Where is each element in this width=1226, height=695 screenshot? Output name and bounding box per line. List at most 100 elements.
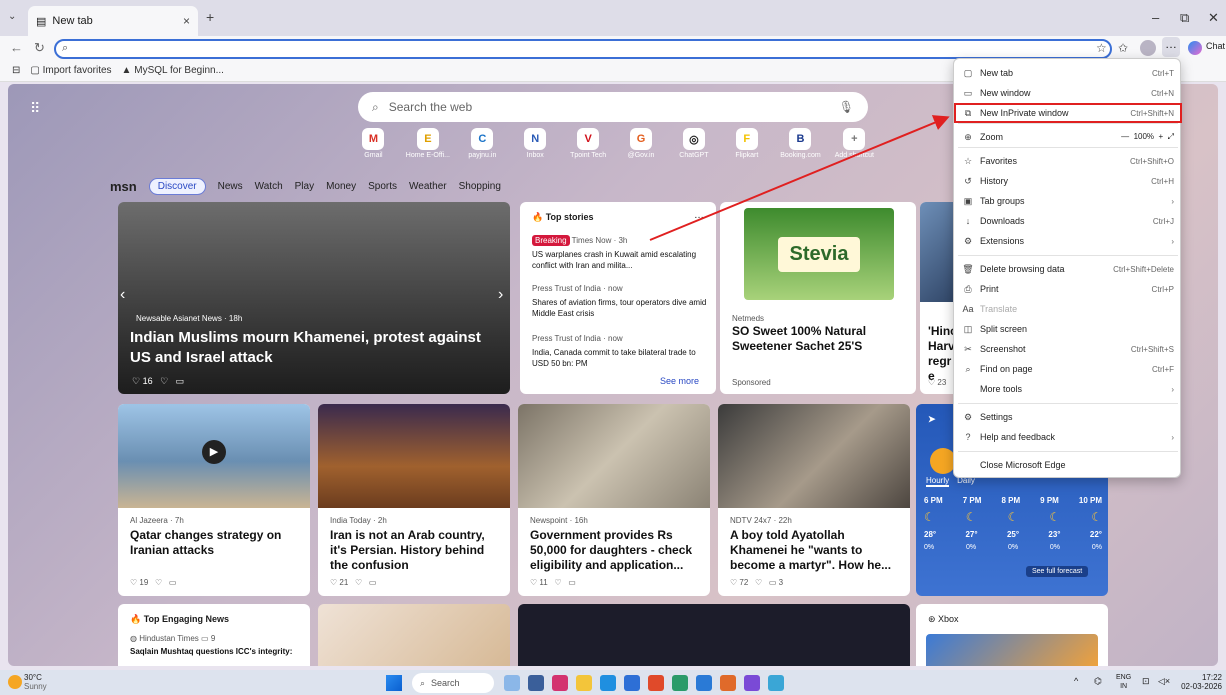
wifi-icon[interactable]: ⊡ (1142, 676, 1150, 687)
tab-news[interactable]: News (218, 181, 243, 192)
news-card-2[interactable]: India Today · 2h Iran is not an Arab cou… (318, 404, 510, 596)
menu-item-tab-groups[interactable]: ▣ Tab groups › (954, 191, 1182, 211)
image-card-wide[interactable] (518, 604, 910, 666)
task-view-icon[interactable] (504, 675, 520, 691)
menu-item-new-inprivate-window[interactable]: ⧉ New InPrivate window Ctrl+Shift+N (954, 103, 1182, 123)
menu-item-translate[interactable]: Aa Translate (954, 299, 1182, 319)
app-icon[interactable] (624, 675, 640, 691)
sponsored-card[interactable]: Stevia Netmeds SO Sweet 100% Natural Swe… (720, 202, 916, 394)
tab-actions-icon[interactable]: ⌄ (8, 11, 16, 22)
restore-icon[interactable]: ⧉ (1180, 10, 1189, 26)
news-card-1[interactable]: ▶ Al Jazeera · 7h Qatar changes strategy… (118, 404, 310, 596)
story-1[interactable]: Breaking Times Now · 3h US warplanes cra… (532, 235, 708, 271)
back-icon[interactable]: ← (10, 40, 23, 55)
refresh-icon[interactable]: ↻ (34, 40, 45, 56)
zoom-controls[interactable]: — 100% + ⤢ (1121, 132, 1174, 142)
menu-item-extensions[interactable]: ⚙ Extensions › (954, 231, 1182, 251)
copilot-icon[interactable] (1188, 41, 1202, 55)
app-icon[interactable] (552, 675, 568, 691)
fav-import[interactable]: ▢ Import favorites (30, 65, 111, 76)
apps-grid-icon[interactable]: ⠿ (30, 100, 40, 117)
clock[interactable]: 17:22 02-03-2026 (1178, 673, 1222, 691)
windows-start-icon[interactable] (386, 675, 402, 691)
taskbar-search[interactable]: ⌕ Search (412, 673, 494, 693)
chrome-icon[interactable] (648, 675, 664, 691)
see-full-forecast-link[interactable]: See full forecast (1026, 566, 1089, 577)
tab-weather[interactable]: Weather (409, 181, 447, 192)
next-slide-icon[interactable]: › (498, 286, 503, 304)
menu-item-find-on-page[interactable]: ⌕ Find on page Ctrl+F (954, 359, 1182, 379)
tab-play[interactable]: Play (295, 181, 314, 192)
xbox-card[interactable]: ⊛ Xbox (916, 604, 1108, 666)
quick-link[interactable]: B Booking.com (780, 128, 821, 174)
minimize-icon[interactable]: – (1152, 10, 1159, 25)
language-indicator[interactable]: ENG IN (1116, 673, 1131, 691)
menu-item-new-tab[interactable]: ▢ New tab Ctrl+T (954, 63, 1182, 83)
quick-link[interactable]: ◎ ChatGPT (674, 128, 713, 174)
hero-story-card[interactable]: Newsable Asianet News · 18h Indian Musli… (118, 202, 510, 394)
quick-link[interactable]: Cpayjnu.in (463, 128, 502, 174)
tray-expand-icon[interactable]: ^ (1074, 676, 1078, 686)
network-icon[interactable]: ⌬ (1094, 676, 1102, 687)
menu-item-help-and-feedback[interactable]: ? Help and feedback › (954, 427, 1182, 447)
file-explorer-icon[interactable] (576, 675, 592, 691)
menu-item-new-window[interactable]: ▭ New window Ctrl+N (954, 83, 1182, 103)
news-card-4[interactable]: NDTV 24x7 · 22h A boy told Ayatollah Kha… (718, 404, 910, 596)
app-icon[interactable] (672, 675, 688, 691)
news-card-3[interactable]: Newspoint · 16h Government provides Rs 5… (518, 404, 710, 596)
quick-link[interactable]: + Add shortcut (835, 128, 874, 174)
address-input[interactable]: ⌕ (54, 39, 1112, 59)
top-engaging-card[interactable]: 🔥 Top Engaging News ◍ Hindustan Times ▭ … (118, 604, 310, 666)
new-tab-button[interactable]: + (206, 9, 214, 25)
quick-link[interactable]: N Inbox (516, 128, 555, 174)
profile-avatar[interactable] (1140, 40, 1156, 56)
app-icon[interactable] (528, 675, 544, 691)
quick-link[interactable]: E Home E-Offi... (406, 128, 450, 174)
image-card[interactable] (318, 604, 510, 666)
msn-logo[interactable]: msn (110, 179, 137, 194)
web-search-box[interactable]: ⌕ Search the web 🎙 (358, 92, 868, 122)
menu-item-downloads[interactable]: ↓ Downloads Ctrl+J (954, 211, 1182, 231)
menu-item-print[interactable]: ⎙ Print Ctrl+P (954, 279, 1182, 299)
edge-icon[interactable] (600, 675, 616, 691)
story-2[interactable]: Press Trust of India · now Shares of avi… (532, 284, 708, 319)
weather-sun-icon[interactable] (8, 675, 22, 689)
menu-item-zoom[interactable]: ⊕ Zoom — 100% + ⤢ (954, 127, 1182, 147)
menu-item-split-screen[interactable]: ◫ Split screen (954, 319, 1182, 339)
menu-item-more-tools[interactable]: More tools › (954, 379, 1182, 399)
tab-sports[interactable]: Sports (368, 181, 397, 192)
tab-shopping[interactable]: Shopping (459, 181, 501, 192)
quick-link[interactable]: M Gmail (354, 128, 393, 174)
more-options-icon[interactable]: … (694, 210, 704, 221)
close-window-icon[interactable]: ✕ (1208, 10, 1219, 26)
menu-item-delete-browsing-data[interactable]: 🗑 Delete browsing data Ctrl+Shift+Delete (954, 259, 1182, 279)
favorites-icon[interactable]: ✩ (1118, 41, 1128, 55)
quick-link[interactable]: F Flipkart (727, 128, 766, 174)
taskbar-weather[interactable]: 30°C Sunny (24, 673, 47, 691)
fav-mysql[interactable]: ▲ MySQL for Beginn... (122, 65, 224, 76)
tab-watch[interactable]: Watch (255, 181, 283, 192)
tab-discover[interactable]: Discover (148, 177, 206, 195)
play-icon[interactable]: ▶ (202, 440, 226, 464)
menu-item-history[interactable]: ↺ History Ctrl+H (954, 171, 1182, 191)
tab-money[interactable]: Money (326, 181, 356, 192)
favorite-star-icon[interactable]: ☆ (1096, 41, 1107, 55)
menu-item-favorites[interactable]: ☆ Favorites Ctrl+Shift+O (954, 151, 1182, 171)
microphone-icon[interactable]: 🎙 (839, 100, 854, 114)
settings-more-icon[interactable]: … (1162, 37, 1180, 57)
app-icon[interactable] (768, 675, 784, 691)
volume-icon[interactable]: ◁× (1158, 676, 1170, 687)
quick-link[interactable]: V Tpoint Tech (569, 128, 608, 174)
see-more-link[interactable]: See more (660, 376, 699, 386)
menu-item-screenshot[interactable]: ✂ Screenshot Ctrl+Shift+S (954, 339, 1182, 359)
app-icon[interactable] (696, 675, 712, 691)
tab-new-tab[interactable]: ▤ New tab × (28, 6, 198, 36)
copilot-label[interactable]: Chat (1206, 41, 1225, 51)
prev-slide-icon[interactable]: ‹ (120, 286, 125, 304)
quick-link[interactable]: G @Gov.in (622, 128, 661, 174)
story-3[interactable]: Press Trust of India · now India, Canada… (532, 334, 708, 369)
app-icon[interactable] (720, 675, 736, 691)
collections-icon[interactable]: ⊟ (12, 65, 20, 76)
tab-hourly[interactable]: Hourly (926, 476, 950, 487)
menu-item-settings[interactable]: ⚙ Settings (954, 407, 1182, 427)
